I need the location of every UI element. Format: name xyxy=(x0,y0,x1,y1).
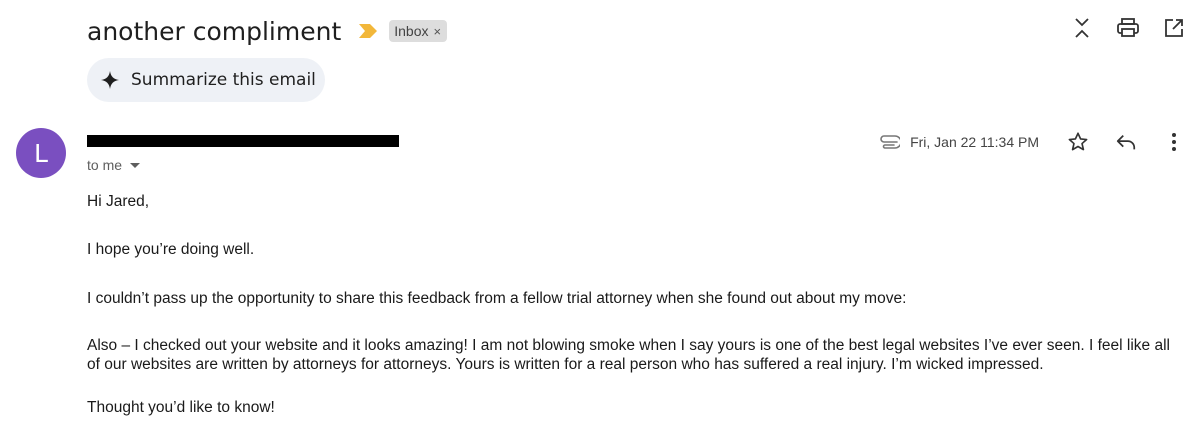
message-date: Fri, Jan 22 11:34 PM xyxy=(910,134,1039,150)
attachment-icon xyxy=(880,135,901,149)
reply-icon[interactable] xyxy=(1114,130,1138,154)
email-subject: another compliment xyxy=(87,16,342,46)
collapse-all-icon[interactable] xyxy=(1070,16,1094,40)
body-paragraph: Hi Jared, xyxy=(87,193,150,210)
star-icon[interactable] xyxy=(1066,130,1090,154)
open-in-new-window-icon[interactable] xyxy=(1162,16,1186,40)
subject-row: another compliment Inbox × xyxy=(87,12,448,50)
sender-name-redacted xyxy=(87,135,399,147)
remove-label-button[interactable]: × xyxy=(434,24,442,39)
top-actions xyxy=(1070,16,1186,40)
avatar-letter: L xyxy=(34,138,48,168)
more-vertical-icon[interactable] xyxy=(1162,130,1186,154)
summarize-email-button[interactable]: Summarize this email xyxy=(87,58,325,102)
summarize-label: Summarize this email xyxy=(131,70,316,90)
sender-avatar[interactable]: L xyxy=(16,128,66,178)
print-icon[interactable] xyxy=(1116,16,1140,40)
chevron-down-icon xyxy=(130,162,141,168)
recipient-label: to me xyxy=(87,157,123,173)
message-meta: Fri, Jan 22 11:34 PM xyxy=(878,128,1200,156)
recipient-details-toggle[interactable]: to me xyxy=(87,157,141,173)
label-chip-text: Inbox xyxy=(394,23,429,39)
body-paragraph: I couldn’t pass up the opportunity to sh… xyxy=(87,290,907,307)
importance-marker-icon[interactable] xyxy=(359,24,378,38)
body-paragraph: Thought you’d like to know! xyxy=(87,399,275,416)
sparkle-icon xyxy=(101,71,119,89)
body-paragraph: I hope you’re doing well. xyxy=(87,241,255,258)
body-paragraph: Also – I checked out your website and it… xyxy=(87,337,1170,373)
label-chip-inbox: Inbox × xyxy=(389,20,448,42)
